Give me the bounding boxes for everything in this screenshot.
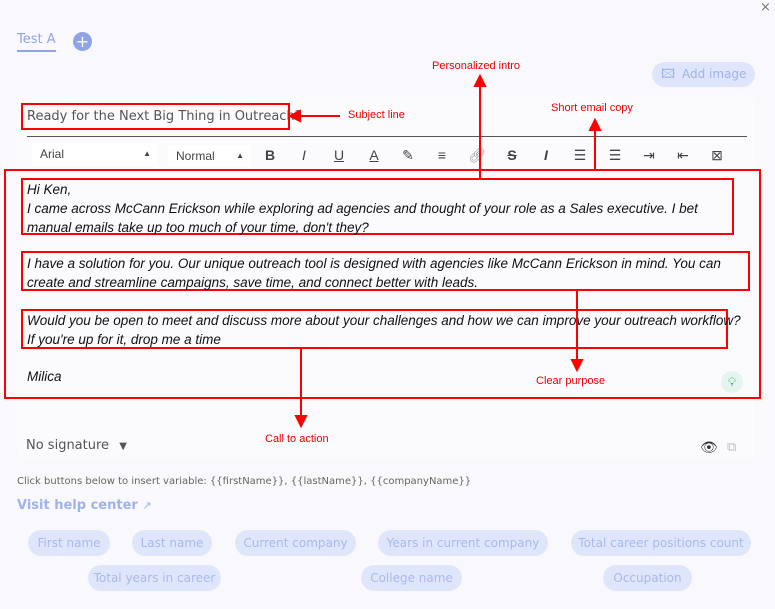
variable-chip[interactable]: Current company (235, 530, 356, 556)
annotation-intro: Personalized intro (432, 60, 521, 72)
variable-chip[interactable]: Years in current company (378, 530, 548, 556)
external-link-icon[interactable]: ⧉ (727, 440, 736, 455)
help-label: Visit help center (17, 498, 138, 513)
chevron-down-icon: ▼ (119, 441, 127, 452)
signature-value: No signature (26, 438, 110, 453)
variable-hint: Click buttons below to insert variable: … (17, 476, 472, 487)
annotation-copy: Short email copy (551, 102, 633, 114)
annotation-arrows (287, 73, 602, 429)
variable-chip[interactable]: College name (361, 565, 462, 591)
annotation-cta: Call to action (265, 433, 329, 445)
help-center-link[interactable]: Visit help center ↗ (17, 498, 152, 513)
annotation-subject: Subject line (348, 109, 405, 121)
signature-select[interactable]: No signature ▼ (26, 438, 127, 453)
variable-chip[interactable]: Occupation (603, 565, 692, 591)
variable-chip[interactable]: Last name (132, 530, 212, 556)
variable-chip[interactable]: Total years in career (88, 565, 221, 591)
variable-chip[interactable]: First name (28, 530, 110, 556)
annotation-purpose: Clear purpose (536, 375, 606, 387)
eye-icon[interactable]: 👁︎ (700, 440, 718, 456)
external-link-icon: ↗ (142, 499, 152, 512)
variable-chip[interactable]: Total career positions count (571, 530, 751, 556)
